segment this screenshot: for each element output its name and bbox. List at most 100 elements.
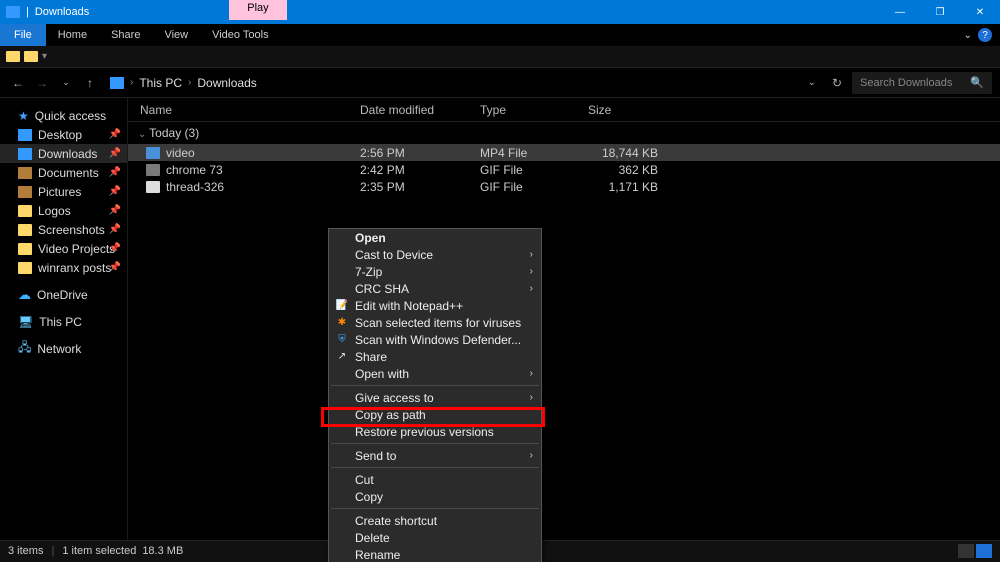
file-size: 362 KB [588,163,668,177]
ctx-open[interactable]: Open [329,229,541,246]
file-name: chrome 73 [166,163,223,177]
chevron-right-icon: › [530,266,533,277]
ctx-rename[interactable]: Rename [329,546,541,562]
sidebar-item-label: Desktop [38,128,82,142]
ctx-virus-scan[interactable]: ✱Scan selected items for viruses [329,314,541,331]
pin-icon: 📌 [109,129,121,140]
view-details-button[interactable] [958,544,974,558]
sidebar-item-logos[interactable]: Logos📌 [0,201,127,220]
col-date[interactable]: Date modified [360,103,480,117]
separator [331,508,539,509]
ctx-cast[interactable]: Cast to Device› [329,246,541,263]
sidebar-item-screenshots[interactable]: Screenshots📌 [0,220,127,239]
file-name: thread-326 [166,180,224,194]
share-icon: ↗ [335,350,349,364]
sidebar-item-desktop[interactable]: Desktop 📌 [0,125,127,144]
ctx-shortcut[interactable]: Create shortcut [329,512,541,529]
pin-icon: 📌 [109,167,121,178]
search-input[interactable]: Search Downloads 🔍 [852,72,992,94]
sidebar-item-pictures[interactable]: Pictures 📌 [0,182,127,201]
chevron-down-icon[interactable]: ⌄ [964,30,972,41]
refresh-button[interactable]: ↻ [826,76,848,90]
sidebar-network[interactable]: 🖧Network [0,339,127,358]
minimize-button[interactable]: ― [880,0,920,24]
forward-button[interactable]: → [32,76,52,90]
sidebar-item-label: Pictures [38,185,81,199]
file-row[interactable]: video2:56 PMMP4 File18,744 KB [128,144,1000,161]
status-item-count: 3 items [8,545,43,557]
ctx-7zip[interactable]: 7-Zip› [329,263,541,280]
ctx-copy[interactable]: Copy [329,488,541,505]
search-icon: 🔍 [970,76,984,89]
separator [331,443,539,444]
star-icon: ★ [18,110,29,122]
breadcrumb[interactable]: › This PC › Downloads [104,76,798,90]
col-name[interactable]: Name [128,103,360,117]
folder-icon [18,186,32,198]
tab-view[interactable]: View [152,24,200,46]
folder-icon [18,205,32,217]
separator: | [26,6,29,18]
sidebar-item-downloads[interactable]: Downloads📌 [0,144,127,163]
ctx-cut[interactable]: Cut [329,471,541,488]
file-row[interactable]: thread-3262:35 PMGIF File1,171 KB [128,178,1000,195]
col-type[interactable]: Type [480,103,588,117]
close-button[interactable]: ✕ [960,0,1000,24]
sidebar-onedrive[interactable]: ☁OneDrive [0,285,127,304]
ctx-notepad[interactable]: 📝Edit with Notepad++ [329,297,541,314]
chevron-right-icon: › [530,368,533,379]
sidebar-item-winranx-posts[interactable]: winranx posts📌 [0,258,127,277]
ctx-delete[interactable]: Delete [329,529,541,546]
chevron-right-icon: › [530,392,533,403]
chevron-right-icon: › [530,249,533,260]
ctx-restore[interactable]: Restore previous versions [329,423,541,440]
up-button[interactable]: ↑ [80,76,100,90]
tab-video-tools[interactable]: Video Tools [200,24,280,46]
ctx-crc[interactable]: CRC SHA› [329,280,541,297]
file-list: Name Date modified Type Size Today (3) v… [128,98,1000,540]
ctx-defender[interactable]: ⛨Scan with Windows Defender... [329,331,541,348]
pin-icon: 📌 [109,186,121,197]
file-type: MP4 File [480,146,588,160]
sidebar-item-video-projects[interactable]: Video Projects📌 [0,239,127,258]
pin-icon: 📌 [109,148,121,159]
sidebar-item-documents[interactable]: Documents📌 [0,163,127,182]
tab-share[interactable]: Share [99,24,152,46]
ctx-send-to[interactable]: Send to› [329,447,541,464]
sidebar-thispc[interactable]: 🖥This PC [0,312,127,331]
folder-icon [18,262,32,274]
separator [331,467,539,468]
recent-dropdown[interactable]: ⌄ [56,77,76,88]
help-icon[interactable]: ? [978,28,992,42]
qat-dropdown[interactable]: ▾ [42,51,47,62]
folder-icon[interactable] [24,51,38,62]
sidebar-quick-access[interactable]: ★Quick access [0,106,127,125]
tab-home[interactable]: Home [46,24,99,46]
view-large-button[interactable] [976,544,992,558]
file-size: 1,171 KB [588,180,668,194]
breadcrumb-thispc[interactable]: This PC [139,76,182,90]
ctx-open-with[interactable]: Open with› [329,365,541,382]
chevron-right-icon: › [130,77,133,88]
col-size[interactable]: Size [588,103,668,117]
back-button[interactable]: ← [8,76,28,90]
folder-icon[interactable] [6,51,20,62]
ribbon-tab-play[interactable]: Play [229,0,286,20]
pin-icon: 📌 [109,262,121,273]
file-row[interactable]: chrome 732:42 PMGIF File362 KB [128,161,1000,178]
ctx-copy-as-path[interactable]: Copy as path [329,406,541,423]
address-dropdown[interactable]: ⌄ [802,77,822,88]
separator [331,385,539,386]
folder-icon [18,148,32,160]
ribbon-menu: File Home Share View Video Tools ⌄ ? [0,24,1000,46]
file-menu[interactable]: File [0,24,46,46]
maximize-button[interactable]: ❐ [920,0,960,24]
file-date: 2:35 PM [360,180,480,194]
group-header-today[interactable]: Today (3) [128,122,1000,144]
ctx-give-access[interactable]: Give access to› [329,389,541,406]
breadcrumb-current[interactable]: Downloads [197,76,256,90]
pin-icon: 📌 [109,243,121,254]
status-selected: 1 item selected [62,545,136,557]
ctx-share[interactable]: ↗Share [329,348,541,365]
chevron-right-icon: › [530,283,533,294]
